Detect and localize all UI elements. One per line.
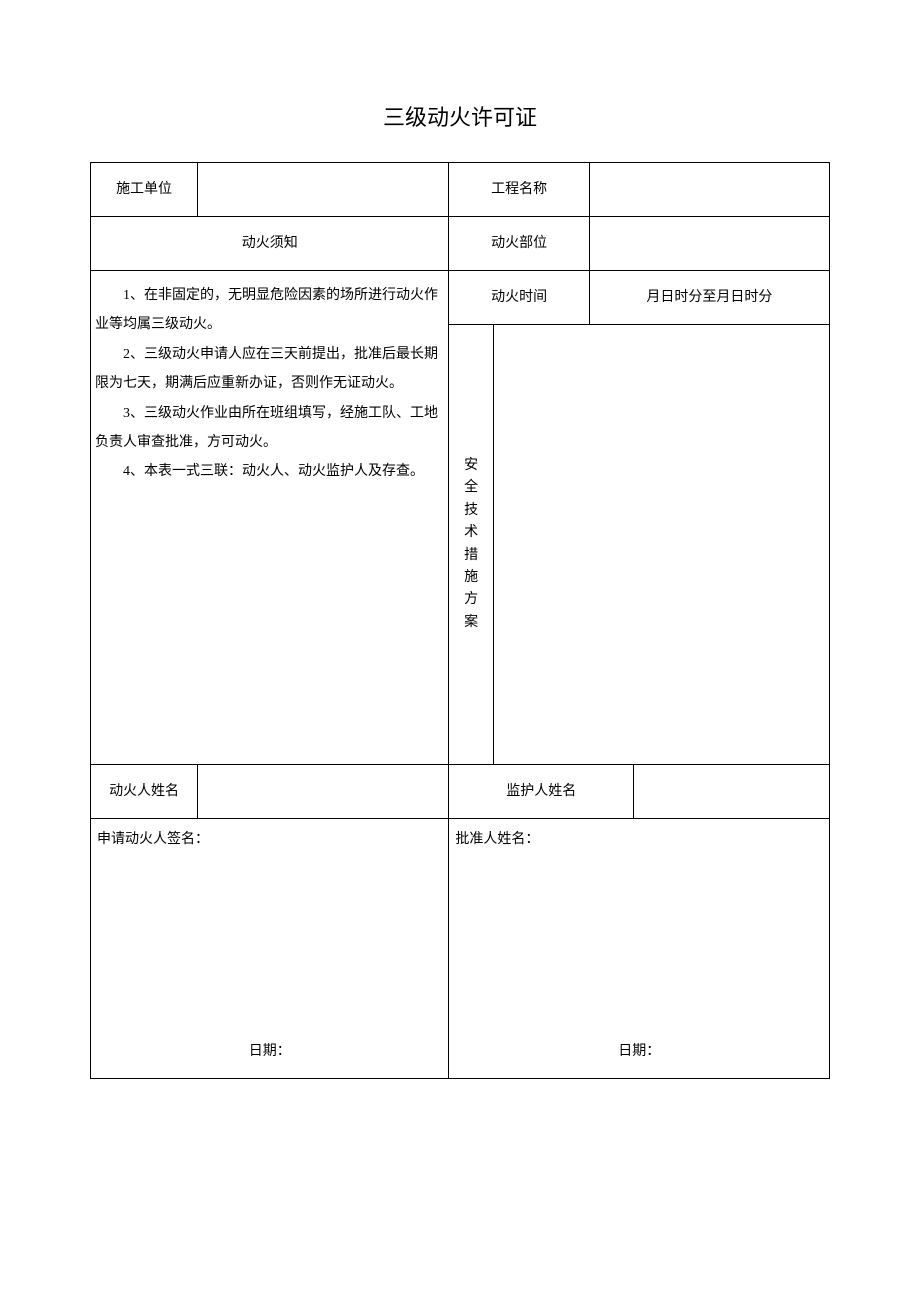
permit-form-table: 施工单位 工程名称 动火须知 动火部位 1、在非固定的，无明显危险因素的场所进行… [90,162,830,1079]
value-guardian-name[interactable] [634,765,830,819]
notice-content-cell: 1、在非固定的，无明显危险因素的场所进行动火作业等均属三级动火。 2、三级动火申… [91,271,449,765]
label-safety-measures: 安全技术措施方案 [449,325,493,765]
row-header-2: 动火须知 动火部位 [91,217,830,271]
label-approver-name: 批准人姓名： [455,832,539,847]
value-fire-time[interactable]: 月日时分至月日时分 [589,271,829,325]
notice-item-4: 4、本表一式三联：动火人、动火监护人及存查。 [95,457,444,486]
approver-date: 日期： [449,1039,829,1064]
label-project-name: 工程名称 [449,163,589,217]
safety-measures-text: 安全技术措施方案 [464,455,478,634]
notice-item-3: 3、三级动火作业由所在班组填写，经施工队、工地负责人审查批准，方可动火。 [95,399,444,458]
label-fire-person-name: 动火人姓名 [91,765,198,819]
label-applicant-sign: 申请动火人签名： [97,832,209,847]
label-fire-notice: 动火须知 [91,217,449,271]
label-guardian-name: 监护人姓名 [449,765,634,819]
row-names: 动火人姓名 监护人姓名 [91,765,830,819]
row-signatures: 申请动火人签名： 日期： 批准人姓名： 日期： [91,819,830,1079]
value-safety-measures[interactable] [493,325,829,765]
row-fire-time: 1、在非固定的，无明显危险因素的场所进行动火作业等均属三级动火。 2、三级动火申… [91,271,830,325]
value-fire-person-name[interactable] [198,765,449,819]
applicant-date: 日期： [91,1039,448,1064]
label-construction-unit: 施工单位 [91,163,198,217]
row-header-1: 施工单位 工程名称 [91,163,830,217]
label-fire-location: 动火部位 [449,217,589,271]
notice-item-1: 1、在非固定的，无明显危险因素的场所进行动火作业等均属三级动火。 [95,281,444,340]
applicant-signature-cell[interactable]: 申请动火人签名： 日期： [91,819,449,1079]
notice-item-2: 2、三级动火申请人应在三天前提出，批准后最长期限为七天，期满后应重新办证，否则作… [95,340,444,399]
page-title: 三级动火许可证 [90,100,830,132]
approver-signature-cell[interactable]: 批准人姓名： 日期： [449,819,830,1079]
value-fire-location[interactable] [589,217,829,271]
label-fire-time: 动火时间 [449,271,589,325]
value-project-name[interactable] [589,163,829,217]
value-construction-unit[interactable] [198,163,449,217]
